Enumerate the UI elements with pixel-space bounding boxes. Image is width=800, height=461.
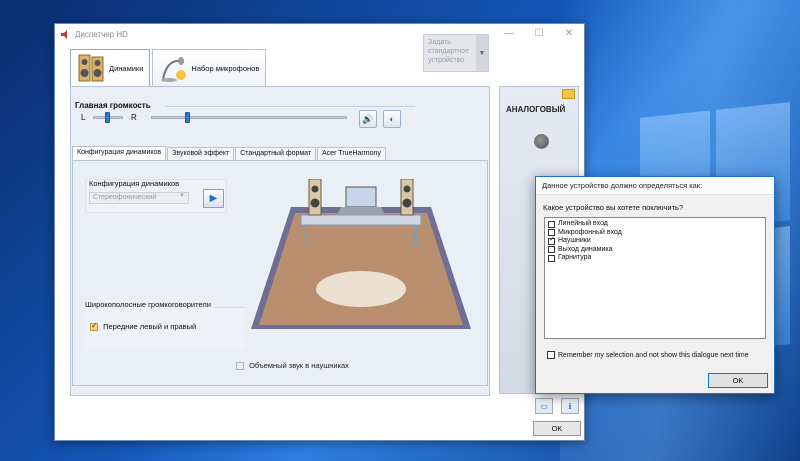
remember-selection-label: Remember my selection and not show this …: [558, 351, 749, 359]
main-ok-button[interactable]: OK: [533, 421, 581, 436]
tab-sound-effect[interactable]: Звуковой эффект: [167, 147, 235, 160]
play-icon: ▶: [209, 193, 218, 204]
dialog-title: Данное устройство должно определяться ка…: [536, 177, 774, 195]
set-default-device-label: Задать стандартное устройство: [428, 39, 469, 64]
analog-label: АНАЛОГОВЫЙ: [506, 105, 566, 114]
line-in-checkbox[interactable]: [548, 220, 555, 228]
device-tabs: Динамики Набор микрофонов: [70, 49, 268, 87]
speaker-out-label: Выход динамика: [558, 245, 613, 253]
speaker-config-select[interactable]: Стереофонический ▼: [89, 192, 189, 204]
mic-in-label: Микрофонный вход: [558, 228, 622, 236]
list-item[interactable]: Микрофонный вход: [548, 229, 762, 238]
list-item[interactable]: Гарнитура: [548, 254, 762, 263]
dialog-ok-button[interactable]: OK: [708, 373, 768, 388]
remember-selection-option[interactable]: Remember my selection and not show this …: [547, 351, 749, 359]
set-default-device-button[interactable]: Задать стандартное устройство ▼: [423, 34, 489, 72]
tab-speakers-label: Динамики: [109, 64, 144, 73]
tab-speakers[interactable]: Динамики: [70, 49, 151, 87]
tab-acer-trueharmony[interactable]: Acer TrueHarmony: [317, 147, 386, 160]
minimize-button[interactable]: —: [494, 24, 524, 44]
app-speaker-icon: [61, 29, 70, 39]
dialog-question: Какое устройство вы хотете поключить?: [543, 203, 684, 212]
close-button[interactable]: ✕: [554, 24, 584, 44]
surround-headphones-label: Объемный звук в наушниках: [249, 361, 349, 370]
list-item[interactable]: Наушники: [548, 236, 762, 246]
balance-left-label: L: [81, 113, 86, 122]
speaker-room-illustration: [251, 178, 471, 334]
folder-icon[interactable]: [562, 89, 575, 99]
mute-button[interactable]: 🔊: [359, 110, 377, 128]
front-left-right-checkbox[interactable]: [90, 321, 98, 332]
volume-slider[interactable]: [151, 116, 347, 119]
wideband-speakers-group: Широкополосные громкоговорители Передние…: [85, 300, 245, 349]
front-left-right-label: Передние левый и правый: [103, 322, 197, 331]
play-test-button[interactable]: ▶: [203, 189, 224, 208]
sub-tabs: Конфигурация динамиков Звуковой эффект С…: [72, 146, 387, 160]
maximize-button[interactable]: ☐: [524, 24, 554, 44]
info-icon[interactable]: ▭: [535, 398, 553, 414]
balance-slider-thumb[interactable]: [105, 112, 110, 123]
microphone-icon: [159, 53, 187, 85]
front-left-right-option[interactable]: Передние левый и правый: [90, 321, 197, 332]
information-icon[interactable]: ℹ: [561, 398, 579, 414]
remember-selection-checkbox[interactable]: [547, 351, 555, 359]
speaker-config-value: Стереофонический: [93, 194, 157, 201]
balance-right-label: R: [131, 113, 137, 122]
list-item[interactable]: Выход динамика: [548, 246, 762, 255]
bottom-icon-bar: ▭ ℹ: [535, 398, 587, 414]
window-title: Диспетчер HD: [75, 29, 128, 39]
device-type-dialog: Данное устройство должно определяться ка…: [535, 176, 775, 394]
chevron-down-icon[interactable]: ▼: [476, 35, 488, 71]
speaker-config-panel: Конфигурация динамиков Стереофонический …: [72, 160, 488, 386]
headphones-checkbox[interactable]: [548, 236, 555, 245]
tab-default-format[interactable]: Стандартный формат: [235, 147, 317, 160]
tab-speaker-config[interactable]: Конфигурация динамиков: [72, 146, 167, 160]
volume-group-line: [165, 106, 415, 107]
hd-audio-manager-window: Диспетчер HD — ☐ ✕ Динамики Набор микроф…: [54, 23, 585, 441]
tab-microphones[interactable]: Набор микрофонов: [152, 49, 267, 87]
audio-jack-icon[interactable]: [534, 134, 549, 149]
volume-slider-thumb[interactable]: [185, 112, 190, 123]
volume-settings-button[interactable]: ◐: [383, 110, 401, 128]
title-bar: Диспетчер HD — ☐ ✕: [55, 24, 584, 44]
main-volume-label: Главная громкость: [75, 101, 151, 110]
surround-headphones-option[interactable]: Объемный звук в наушниках: [236, 361, 349, 371]
line-in-label: Линейный вход: [558, 220, 608, 227]
surround-headphones-checkbox[interactable]: [236, 362, 244, 371]
list-item[interactable]: Линейный вход: [548, 220, 762, 229]
tab-microphones-label: Набор микрофонов: [191, 64, 260, 73]
wideband-label: Широкополосные громкоговорители: [85, 300, 213, 309]
headset-checkbox[interactable]: [548, 254, 555, 262]
chevron-down-icon: ▼: [179, 193, 185, 199]
speaker-out-checkbox[interactable]: [548, 246, 555, 254]
speaker-config-group: Конфигурация динамиков Стереофонический …: [85, 179, 227, 213]
speaker-config-label: Конфигурация динамиков: [89, 179, 180, 188]
device-options-list: Линейный вход Микрофонный вход Наушники …: [544, 217, 766, 339]
headset-label: Гарнитура: [558, 254, 592, 261]
headphones-label: Наушники: [558, 237, 591, 244]
speaker-volume-icon: 🔊: [362, 113, 374, 124]
volume-settings-icon: ◐: [389, 114, 395, 124]
speaker-icon: [77, 53, 105, 85]
